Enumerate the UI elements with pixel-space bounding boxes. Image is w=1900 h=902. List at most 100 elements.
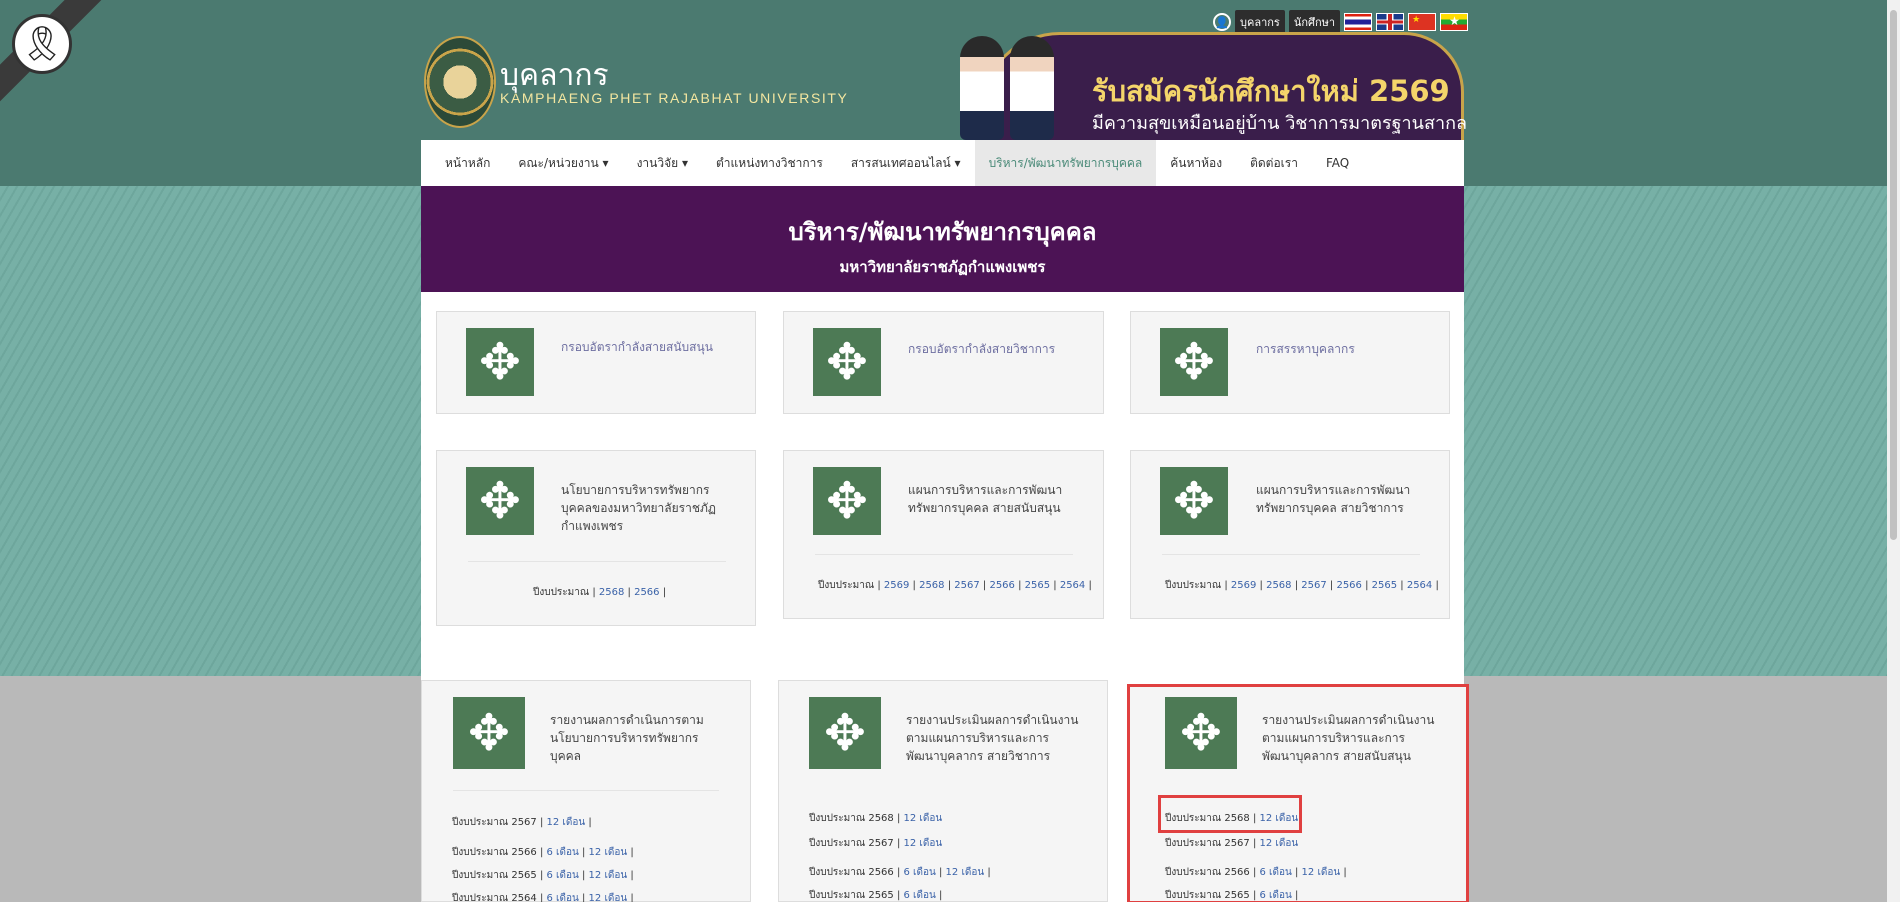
page-scrollbar[interactable]: [1887, 0, 1900, 902]
main-nav: หน้าหลัก คณะ/หน่วยงาน ▾ งานวิจัย ▾ ตำแหน…: [421, 140, 1464, 186]
card-title-line: รายงานผลการดำเนินการตาม: [550, 713, 704, 727]
card-title-line: แผนการบริหารและการพัฒนา: [908, 483, 1063, 497]
banner-subtitle: มีความสุขเหมือนอยู่บ้าน วิชาการมาตรฐานสา…: [1092, 113, 1467, 134]
year-link[interactable]: 2568: [1266, 580, 1291, 591]
nav-faculties[interactable]: คณะ/หน่วยงาน ▾: [504, 140, 622, 186]
card-divider: [815, 554, 1073, 555]
move-arrows-icon[interactable]: ✥: [1160, 467, 1228, 535]
move-arrows-icon[interactable]: ✥: [453, 697, 525, 769]
card-title-line: ตามแผนการบริหารและการ: [906, 731, 1049, 745]
university-seal-logo[interactable]: [424, 36, 496, 128]
year-label: ปีงบประมาณ 2566 |: [452, 847, 547, 858]
nav-hr-management[interactable]: บริหาร/พัฒนาทรัพยากรบุคคล: [974, 140, 1157, 186]
budget-year-links: ปีงบประมาณ | 2569 | 2568 | 2567 | 2566 |…: [818, 580, 1092, 591]
university-name: KAMPHAENG PHET RAJABHAT UNIVERSITY: [500, 90, 849, 106]
card-title-line: รายงานประเมินผลการดำเนินงาน: [906, 713, 1079, 727]
year-link[interactable]: 2564: [1407, 580, 1432, 591]
report-link[interactable]: 12 เดือน: [904, 813, 943, 824]
year-link[interactable]: 2568: [599, 587, 624, 598]
year-link[interactable]: 2565: [1025, 580, 1050, 591]
card-title-line: นโยบายการบริหารทรัพยากร: [561, 483, 710, 497]
move-arrows-icon[interactable]: ✥: [1160, 328, 1228, 396]
th-flag-icon[interactable]: [1344, 13, 1373, 31]
move-arrows-icon[interactable]: ✥: [813, 328, 881, 396]
nav-research[interactable]: งานวิจัย ▾: [623, 140, 702, 186]
mourning-ribbon-icon: 🎗: [12, 14, 72, 74]
staff-link[interactable]: บุคลากร: [1235, 10, 1285, 34]
card-title-line: นโยบายการบริหารทรัพยากร: [550, 731, 699, 745]
year-label: ปีงบประมาณ 2568 |: [809, 813, 904, 824]
report-link[interactable]: 12 เดือน: [904, 838, 943, 849]
year-link[interactable]: 2567: [954, 580, 979, 591]
budget-year-links: ปีงบประมาณ | 2568 | 2566 |: [533, 587, 667, 598]
year-link[interactable]: 2566: [1336, 580, 1361, 591]
admission-banner[interactable]: รับสมัครนักศึกษาใหม่ 2569 มีความสุขเหมือ…: [940, 32, 1467, 140]
report-link[interactable]: 12 เดือน: [589, 893, 628, 902]
nav-faq[interactable]: FAQ: [1312, 140, 1363, 186]
year-link[interactable]: 2566: [634, 587, 659, 598]
year-label: ปีงบประมาณ 2565 |: [452, 870, 547, 881]
highlight-target-box: [1158, 795, 1302, 833]
year-link[interactable]: 2565: [1372, 580, 1397, 591]
report-year-row: ปีงบประมาณ 2564 | 6 เดือน | 12 เดือน |: [452, 893, 634, 902]
report-link[interactable]: 6 เดือน: [547, 847, 579, 858]
report-year-row: ปีงบประมาณ 2566 | 6 เดือน | 12 เดือน |: [809, 867, 991, 878]
report-year-row: ปีงบประมาณ 2568 | 12 เดือน: [809, 811, 942, 826]
nav-academic-positions[interactable]: ตำแหน่งทางวิชาการ: [702, 140, 837, 186]
student-figure: [1010, 36, 1054, 140]
card-title-line: กำแพงเพชร: [561, 519, 624, 533]
report-year-row: ปีงบประมาณ 2567 | 12 เดือน: [809, 836, 942, 851]
report-link[interactable]: 12 เดือน: [946, 867, 985, 878]
card-title-line: บุคคลของมหาวิทยาลัยราชภัฏ: [561, 501, 716, 515]
report-link[interactable]: 6 เดือน: [904, 890, 936, 901]
mm-flag-icon[interactable]: [1440, 13, 1469, 31]
card-divider: [1162, 554, 1420, 555]
card-title-line: แผนการบริหารและการพัฒนา: [1256, 483, 1411, 497]
nav-contact[interactable]: ติดต่อเรา: [1236, 140, 1312, 186]
budget-label: ปีงบประมาณ |: [818, 580, 884, 591]
user-icon[interactable]: 👤: [1213, 13, 1231, 31]
nav-room-search[interactable]: ค้นหาห้อง: [1156, 140, 1236, 186]
card-title-line: ทรัพยากรบุคคล สายวิชาการ: [1256, 501, 1404, 515]
year-link[interactable]: 2567: [1301, 580, 1326, 591]
card-title-line: บุคคล: [550, 749, 582, 763]
utility-bar: 👤 บุคลากร นักศึกษา: [1213, 10, 1469, 34]
year-label: ปีงบประมาณ 2565 |: [809, 890, 904, 901]
card-divider: [453, 790, 719, 791]
year-link[interactable]: 2568: [919, 580, 944, 591]
nav-online-info[interactable]: สารสนเทศออนไลน์ ▾: [837, 140, 975, 186]
report-link[interactable]: 12 เดือน: [589, 870, 628, 881]
card-title[interactable]: การสรรหาบุคลากร: [1256, 340, 1355, 358]
student-link[interactable]: นักศึกษา: [1288, 10, 1341, 34]
cn-flag-icon[interactable]: [1408, 13, 1437, 31]
year-label: ปีงบประมาณ 2564 |: [452, 893, 547, 902]
report-link[interactable]: 12 เดือน: [589, 847, 628, 858]
nav-home[interactable]: หน้าหลัก: [431, 140, 504, 186]
report-link[interactable]: 6 เดือน: [547, 870, 579, 881]
year-link[interactable]: 2564: [1060, 580, 1085, 591]
uk-flag-icon[interactable]: [1376, 13, 1405, 31]
card-title-line: ทรัพยากรบุคคล สายสนับสนุน: [908, 501, 1061, 515]
report-year-row: ปีงบประมาณ 2565 | 6 เดือน | 12 เดือน |: [452, 870, 634, 881]
year-label: ปีงบประมาณ 2566 |: [809, 867, 904, 878]
report-link[interactable]: 12 เดือน: [547, 817, 586, 828]
move-arrows-icon[interactable]: ✥: [466, 467, 534, 535]
budget-label: ปีงบประมาณ |: [533, 587, 599, 598]
move-arrows-icon[interactable]: ✥: [809, 697, 881, 769]
card-title[interactable]: กรอบอัตรากำลังสายวิชาการ: [908, 340, 1055, 358]
report-link[interactable]: 6 เดือน: [904, 867, 936, 878]
move-arrows-icon[interactable]: ✥: [813, 467, 881, 535]
page-title: บริหาร/พัฒนาทรัพยากรบุคคล: [788, 218, 1097, 246]
card-divider: [468, 561, 726, 562]
year-link[interactable]: 2566: [989, 580, 1014, 591]
move-arrows-icon[interactable]: ✥: [466, 328, 534, 396]
year-link[interactable]: 2569: [884, 580, 909, 591]
report-year-row: ปีงบประมาณ 2567 | 12 เดือน |: [452, 817, 592, 828]
page-subtitle: มหาวิทยาลัยราชภัฏกำแพงเพชร: [839, 258, 1046, 276]
page-header: บริหาร/พัฒนาทรัพยากรบุคคล มหาวิทยาลัยราช…: [421, 186, 1464, 292]
year-label: ปีงบประมาณ 2567 |: [452, 817, 547, 828]
report-link[interactable]: 6 เดือน: [547, 893, 579, 902]
scrollbar-thumb[interactable]: [1890, 10, 1897, 540]
card-title[interactable]: กรอบอัตรากำลังสายสนับสนุน: [561, 338, 713, 356]
year-link[interactable]: 2569: [1231, 580, 1256, 591]
